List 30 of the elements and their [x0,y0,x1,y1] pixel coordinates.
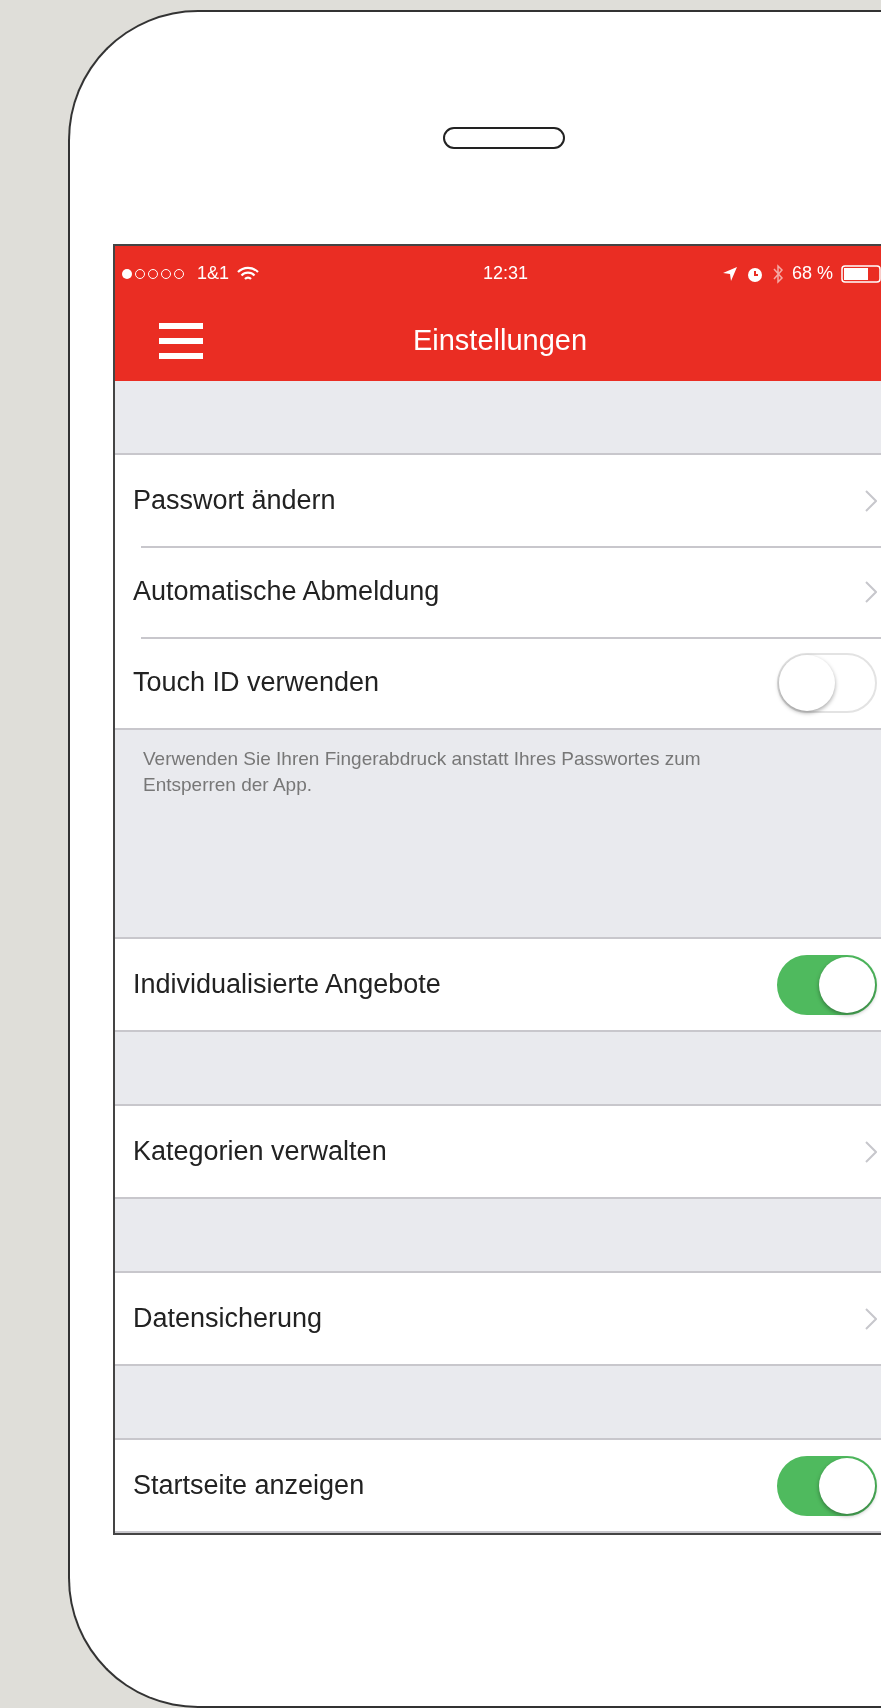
settings-row[interactable]: Passwort ändern [115,455,881,546]
row-label: Touch ID verwenden [133,666,380,700]
carrier-name: 1&1 [197,262,230,285]
battery-icon [841,264,881,283]
chevron-right-icon [865,489,877,512]
chevron-right-icon [865,580,877,603]
row-label: Individualisierte Angebote [133,968,441,1002]
settings-row[interactable]: Kategorien verwalten [115,1106,881,1197]
toggle-switch[interactable] [777,954,877,1015]
status-time: 12:31 [482,263,528,283]
settings-row[interactable]: Individualisierte Angebote [115,939,881,1030]
toggle-switch[interactable] [777,1455,877,1516]
bluetooth-icon [771,263,784,284]
row-label: Datensicherung [133,1302,323,1336]
chevron-right-icon [865,1140,877,1163]
footer-note: Verwenden Sie Ihren Fingerabdruck anstatt Ihres Passwortes zum Entsperren der App. [143,748,701,795]
battery-percent: 68 % [791,262,833,285]
chevron-right-icon [865,1307,877,1330]
menu-icon[interactable] [159,321,203,361]
settings-row[interactable]: Datensicherung [115,1273,881,1364]
settings-row[interactable]: Automatische Abmeldung [115,546,881,637]
settings-row[interactable]: Touch ID verwenden [115,637,881,728]
row-label: Automatische Abmeldung [133,575,440,609]
row-label: Passwort ändern [133,484,336,518]
settings-row[interactable]: Startseite anzeigen [115,1440,881,1531]
location-arrow-icon [721,265,738,282]
row-label: Kategorien verwalten [133,1135,387,1169]
wifi-icon [237,265,260,282]
row-label: Startseite anzeigen [133,1469,365,1503]
screen-title: Einstellungen [412,323,588,359]
